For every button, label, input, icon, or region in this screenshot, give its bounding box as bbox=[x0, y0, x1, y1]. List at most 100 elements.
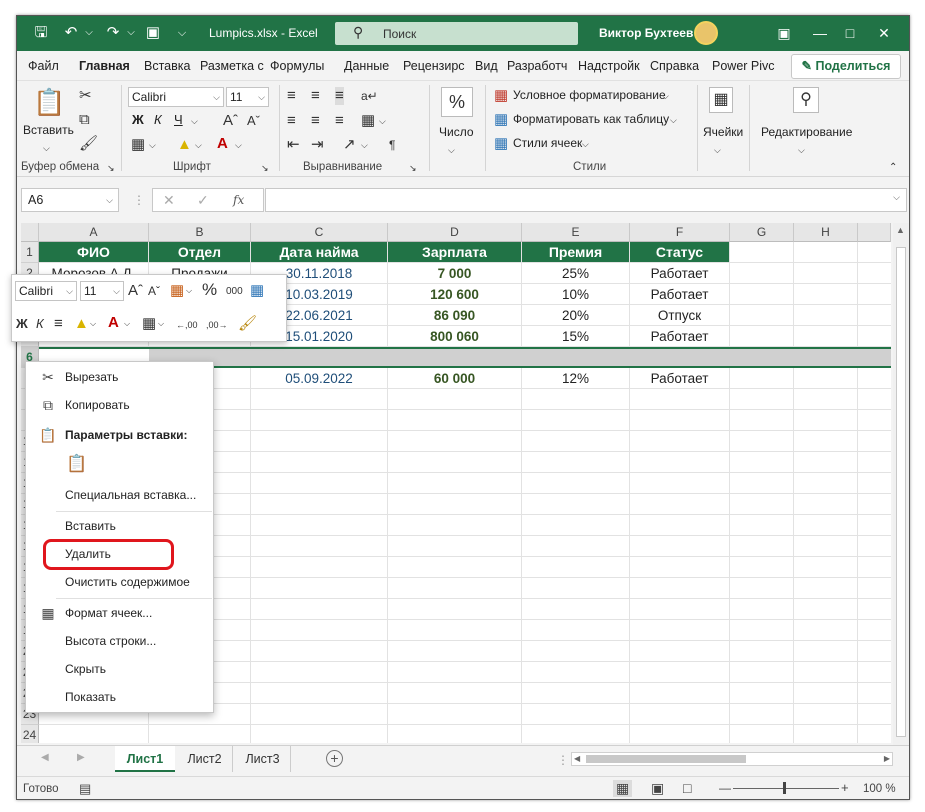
alignment-launcher-icon[interactable]: ↘ bbox=[409, 159, 417, 177]
table-cell[interactable]: Отпуск bbox=[630, 305, 730, 326]
chevron-down-icon[interactable]: ⌵ bbox=[90, 315, 96, 333]
macro-record-icon[interactable]: ▤ bbox=[79, 781, 91, 797]
percent-button[interactable]: % bbox=[202, 281, 217, 299]
conditional-format-icon[interactable]: ▦ bbox=[494, 87, 508, 105]
cell-styles-icon[interactable]: ▦ bbox=[494, 135, 508, 153]
decrease-decimal-icon[interactable]: ,00→ bbox=[206, 316, 228, 334]
format-table-icon[interactable]: ▦ bbox=[494, 111, 508, 129]
page-break-view-icon[interactable]: □ bbox=[683, 780, 691, 796]
user-name[interactable]: Виктор Бухтеев bbox=[599, 26, 693, 40]
add-sheet-icon[interactable]: + bbox=[326, 750, 343, 767]
ribbon-display-icon[interactable]: ▣ bbox=[769, 21, 799, 45]
minimize-icon[interactable]: — bbox=[805, 21, 835, 45]
number-button[interactable]: Число bbox=[439, 125, 474, 139]
editing-button[interactable]: Редактирование bbox=[761, 125, 852, 139]
tab-data[interactable]: Данные bbox=[344, 59, 394, 73]
table-cell[interactable]: Работает bbox=[630, 263, 730, 284]
select-all-corner[interactable] bbox=[21, 223, 39, 242]
scroll-right-icon[interactable]: ▶ bbox=[884, 754, 890, 763]
menu-item-format-cells[interactable]: ▦ Формат ячеек... bbox=[26, 601, 213, 625]
wrap-text-icon[interactable]: a↵ bbox=[361, 87, 378, 105]
column-header-d[interactable]: D bbox=[388, 223, 522, 242]
chevron-down-icon[interactable]: ⌵ bbox=[186, 282, 192, 300]
redo-dropdown-icon[interactable]: ⌵ bbox=[121, 23, 141, 43]
mini-italic-button[interactable]: К bbox=[36, 315, 44, 333]
zoom-level[interactable]: 100 % bbox=[863, 783, 896, 795]
borders-icon[interactable]: ▦ bbox=[131, 136, 145, 154]
orientation-dropdown-icon[interactable]: ⌵ bbox=[361, 136, 368, 154]
increase-indent-icon[interactable]: ⇥ bbox=[311, 136, 324, 154]
table-cell[interactable]: 800 060 bbox=[388, 326, 522, 347]
merge-center-icon[interactable]: ▦ bbox=[361, 112, 375, 130]
header-cell[interactable]: Отдел bbox=[149, 242, 251, 263]
decrease-font-icon[interactable]: Aˇ bbox=[247, 112, 260, 130]
fill-color-icon[interactable]: ▲ bbox=[74, 315, 89, 333]
save-icon[interactable]: 🖫 bbox=[31, 23, 51, 43]
insert-function-button[interactable]: fx bbox=[233, 193, 244, 207]
align-bottom-icon[interactable]: ≡ bbox=[335, 87, 344, 105]
header-cell[interactable]: Дата найма bbox=[251, 242, 388, 263]
column-header-g[interactable]: G bbox=[730, 223, 794, 242]
increase-font-icon[interactable]: Aˆ bbox=[128, 282, 143, 300]
prev-sheet-icon[interactable]: ◀ bbox=[41, 752, 49, 763]
paste-option-icon[interactable]: 📋 bbox=[64, 450, 90, 478]
camera-icon[interactable]: ▣ bbox=[143, 23, 163, 43]
scroll-thumb[interactable] bbox=[896, 247, 906, 737]
table-cell[interactable]: 86 090 bbox=[388, 305, 522, 326]
next-sheet-icon[interactable]: ▶ bbox=[77, 752, 85, 763]
merge-center-icon[interactable]: ▦ bbox=[250, 282, 264, 300]
decrease-indent-icon[interactable]: ⇤ bbox=[287, 136, 300, 154]
header-cell[interactable]: Зарплата bbox=[388, 242, 522, 263]
tab-developer[interactable]: Разработч bbox=[507, 59, 571, 73]
user-avatar[interactable] bbox=[694, 21, 718, 45]
font-color-icon[interactable]: A bbox=[108, 314, 119, 332]
formula-input[interactable]: ⌵ bbox=[265, 188, 907, 212]
editing-dropdown-icon[interactable]: ⌵ bbox=[798, 141, 805, 159]
table-cell[interactable]: 12% bbox=[522, 368, 630, 389]
page-layout-view-icon[interactable]: ▣ bbox=[651, 780, 664, 797]
header-cell[interactable]: Премия bbox=[522, 242, 630, 263]
thousands-button[interactable]: 000 bbox=[226, 283, 243, 301]
menu-item-hide[interactable]: Скрыть bbox=[26, 657, 213, 681]
scroll-up-icon[interactable]: ▲ bbox=[896, 225, 905, 235]
format-as-table-button[interactable]: Форматировать как таблицу bbox=[513, 112, 669, 126]
mini-size-select[interactable]: 11 ⌵ bbox=[80, 281, 124, 301]
table-cell[interactable]: 20% bbox=[522, 305, 630, 326]
tab-split-grip-icon[interactable]: ⋮ bbox=[557, 753, 569, 767]
header-cell[interactable]: ФИО bbox=[39, 242, 149, 263]
search-box[interactable]: ⚲ Поиск bbox=[335, 22, 578, 45]
conditional-format-button[interactable]: Условное форматирование bbox=[513, 88, 666, 102]
mini-bold-button[interactable]: Ж bbox=[16, 315, 28, 333]
merge-dropdown-icon[interactable]: ⌵ bbox=[379, 112, 386, 130]
chevron-down-icon[interactable]: ⌵ bbox=[124, 315, 130, 333]
borders-dropdown-icon[interactable]: ⌵ bbox=[149, 136, 156, 154]
align-center-icon[interactable]: ≡ bbox=[311, 112, 320, 130]
table-cell[interactable]: 10% bbox=[522, 284, 630, 305]
undo-dropdown-icon[interactable]: ⌵ bbox=[79, 23, 99, 43]
font-size-select[interactable]: 11 ⌵ bbox=[226, 87, 269, 107]
sheet-tab-3[interactable]: Лист3 bbox=[235, 746, 291, 772]
scroll-left-icon[interactable]: ◀ bbox=[574, 754, 580, 763]
table-cell[interactable]: Работает bbox=[630, 368, 730, 389]
column-header-b[interactable]: B bbox=[149, 223, 251, 242]
format-painter-icon[interactable]: 🖌 bbox=[79, 135, 98, 153]
cut-icon[interactable]: ✂ bbox=[79, 87, 92, 105]
cell-styles-button[interactable]: Стили ячеек bbox=[513, 136, 582, 150]
h-scroll-thumb[interactable] bbox=[586, 755, 746, 763]
column-header-a[interactable]: A bbox=[39, 223, 149, 242]
underline-button[interactable]: Ч bbox=[174, 112, 183, 127]
tab-home[interactable]: Главная bbox=[79, 59, 130, 73]
tab-help[interactable]: Справка bbox=[650, 59, 699, 73]
clipboard-launcher-icon[interactable]: ↘ bbox=[107, 159, 115, 177]
percent-icon[interactable]: % bbox=[441, 87, 473, 117]
menu-item-insert[interactable]: Вставить bbox=[26, 514, 213, 538]
tab-formulas[interactable]: Формулы bbox=[270, 59, 330, 73]
table-cell[interactable]: 7 000 bbox=[388, 263, 522, 284]
cancel-icon[interactable]: ✕ bbox=[163, 192, 175, 209]
zoom-slider[interactable] bbox=[733, 788, 839, 789]
number-dropdown-icon[interactable]: ⌵ bbox=[448, 141, 455, 159]
header-cell[interactable]: Статус bbox=[630, 242, 730, 263]
collapse-ribbon-icon[interactable]: ⌃ bbox=[889, 159, 897, 177]
font-launcher-icon[interactable]: ↘ bbox=[261, 159, 269, 177]
tab-file[interactable]: Файл bbox=[28, 59, 59, 73]
